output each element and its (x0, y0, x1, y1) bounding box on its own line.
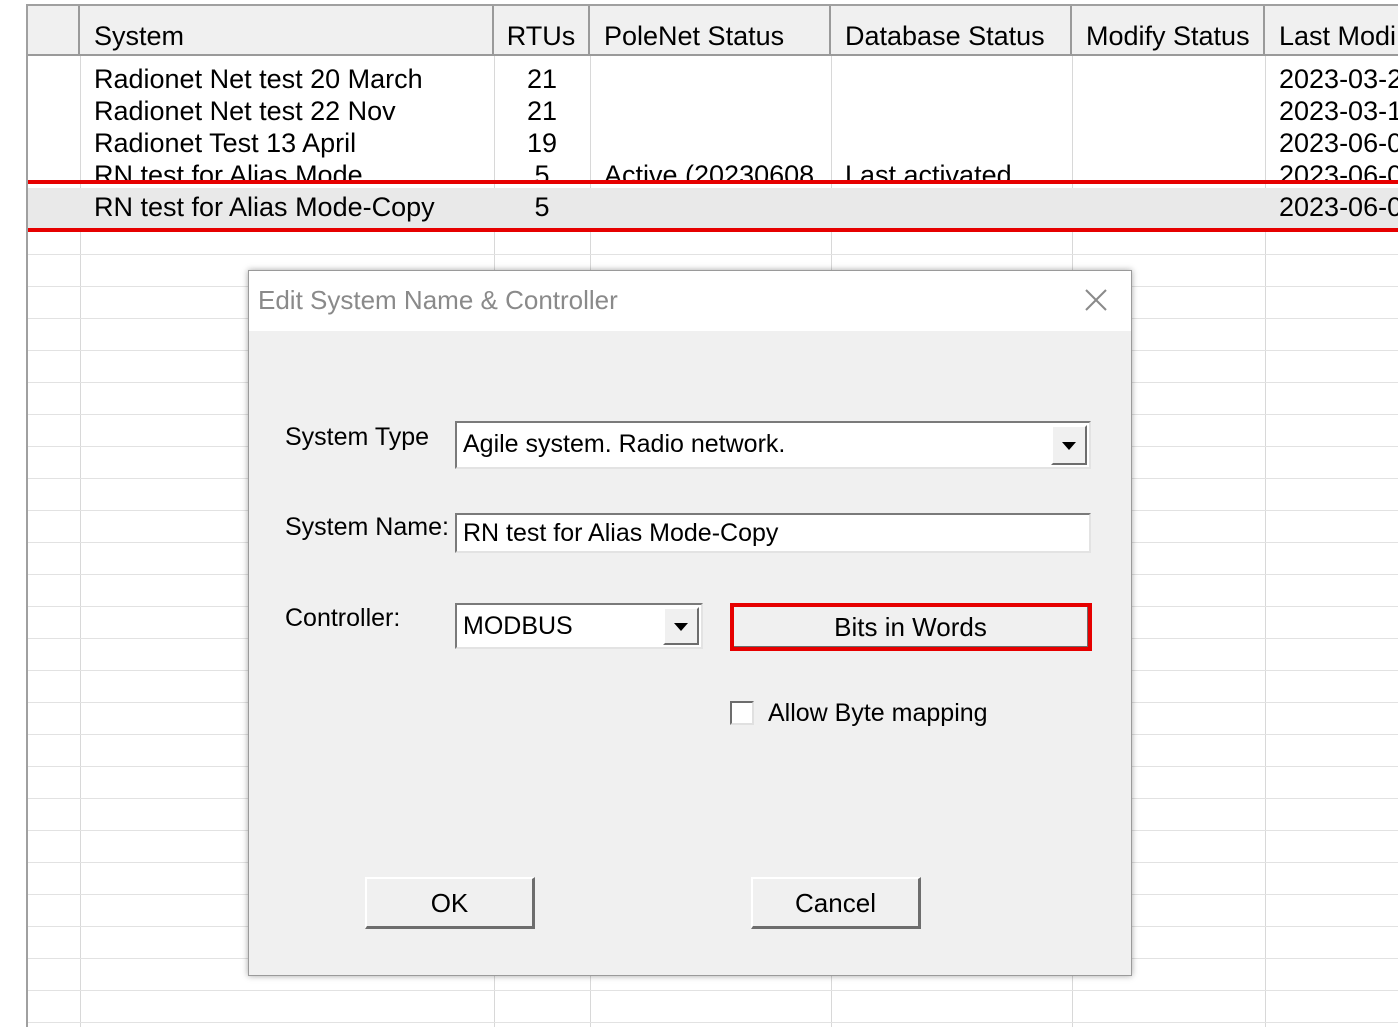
ok-button[interactable]: OK (365, 877, 535, 929)
system-cell: RN test for Alias Mode (94, 160, 363, 180)
rtus-cell: 21 (526, 96, 558, 126)
polenet-cell (590, 126, 831, 158)
dialog-titlebar[interactable]: Edit System Name & Controller (249, 271, 1131, 331)
modify-cell (1072, 188, 1265, 228)
row-header-corner (28, 6, 80, 54)
table-row[interactable]: RN test for Alias Mode 5 Active (2023060… (28, 158, 1398, 180)
rtus-cell: 5 (534, 192, 550, 222)
database-cell: Last activated (845, 160, 1012, 180)
bits-in-words-button[interactable]: Bits in Words (730, 603, 1092, 651)
system-cell: Radionet Net test 20 March (94, 64, 423, 94)
system-cell: RN test for Alias Mode-Copy (94, 192, 435, 222)
column-header-modify-status[interactable]: Modify Status (1072, 6, 1265, 54)
modify-cell (1072, 158, 1265, 180)
rtus-cell: 19 (526, 128, 558, 158)
controller-select[interactable]: MODBUS (455, 603, 703, 649)
table-row[interactable]: Radionet Net test 20 March 21 2023-03-2 (28, 62, 1398, 94)
close-icon[interactable] (1081, 285, 1111, 315)
selection-highlight-top (28, 180, 1398, 184)
dialog-title: Edit System Name & Controller (258, 285, 618, 315)
system-name-input[interactable]: RN test for Alias Mode-Copy (455, 513, 1091, 553)
system-type-select[interactable]: Agile system. Radio network. (455, 421, 1091, 469)
system-cell: Radionet Net test 22 Nov (94, 96, 396, 126)
polenet-cell (590, 62, 831, 94)
last-modified-cell: 2023-03-1 (1279, 96, 1398, 126)
polenet-cell (590, 188, 831, 228)
system-name-value: RN test for Alias Mode-Copy (463, 519, 779, 547)
system-type-label: System Type (285, 423, 430, 451)
table-row[interactable]: Radionet Test 13 April 19 2023-06-0 (28, 126, 1398, 158)
database-cell (831, 126, 1072, 158)
table-row[interactable]: Radionet Net test 22 Nov 21 2023-03-1 (28, 94, 1398, 126)
controller-label: Controller: (285, 604, 401, 632)
database-cell (831, 188, 1072, 228)
column-header-rtus[interactable]: RTUs (494, 6, 590, 54)
selection-highlight-bottom (28, 228, 1398, 232)
system-type-value: Agile system. Radio network. (463, 430, 786, 458)
table-header: System RTUs PoleNet Status Database Stat… (28, 6, 1398, 56)
chevron-down-icon[interactable] (663, 607, 699, 645)
last-modified-cell: 2023-03-2 (1279, 64, 1398, 94)
rtus-cell: 21 (526, 64, 558, 94)
database-cell (831, 62, 1072, 94)
modify-cell (1072, 126, 1265, 158)
modify-cell (1072, 62, 1265, 94)
system-name-label: System Name: (285, 513, 449, 541)
polenet-cell (590, 94, 831, 126)
allow-byte-mapping-label: Allow Byte mapping (768, 699, 988, 727)
column-header-last-modified[interactable]: Last Modi (1265, 6, 1398, 54)
cancel-button[interactable]: Cancel (751, 877, 921, 929)
polenet-cell: Active (20230608 (604, 160, 815, 180)
edit-system-dialog: Edit System Name & Controller System Typ… (248, 270, 1132, 976)
allow-byte-mapping-checkbox[interactable] (730, 701, 754, 725)
column-header-database-status[interactable]: Database Status (831, 6, 1072, 54)
database-cell (831, 94, 1072, 126)
controller-value: MODBUS (463, 612, 573, 640)
chevron-down-icon[interactable] (1051, 425, 1087, 465)
modify-cell (1072, 94, 1265, 126)
last-modified-cell: 2023-06-0 (1279, 192, 1398, 222)
system-cell: Radionet Test 13 April (94, 128, 357, 158)
last-modified-cell: 2023-06-0 (1279, 160, 1398, 180)
table-row-selected[interactable]: RN test for Alias Mode-Copy 5 2023-06-0 (28, 188, 1398, 228)
rtus-cell: 5 (534, 160, 550, 180)
last-modified-cell: 2023-06-0 (1279, 128, 1398, 158)
column-header-polenet-status[interactable]: PoleNet Status (590, 6, 831, 54)
column-header-system[interactable]: System (80, 6, 494, 54)
